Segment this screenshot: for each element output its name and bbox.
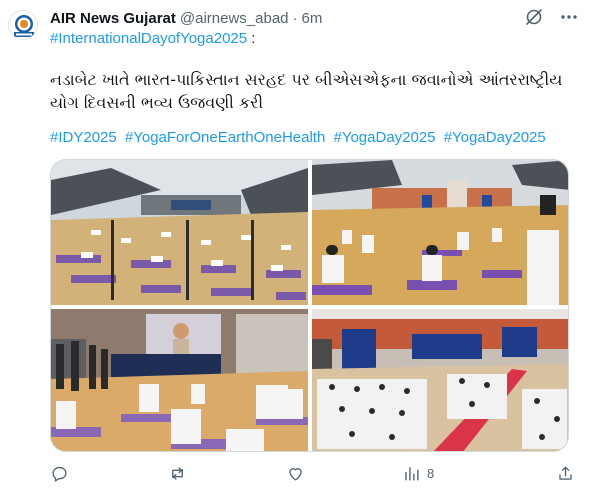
like-button[interactable] xyxy=(286,462,305,484)
views-count: 8 xyxy=(427,465,435,481)
air-logo-icon xyxy=(14,15,34,37)
hashtag-international-day-of-yoga[interactable]: #InternationalDayofYoga2025 xyxy=(50,30,247,47)
post-body-text: નડાબેટ ખાતે ભારત-પાકિસ્તાન સરહદ પર બીએસએ… xyxy=(50,70,563,112)
author-name[interactable]: AIR News Gujarat xyxy=(50,10,176,27)
separator-dot: · xyxy=(292,9,298,27)
views-bar-icon xyxy=(405,466,419,481)
more-options-icon[interactable] xyxy=(559,7,579,27)
action-bar: 8 xyxy=(50,462,575,486)
grok-icon[interactable] xyxy=(524,7,544,27)
reply-icon xyxy=(52,466,67,482)
avatar[interactable] xyxy=(8,10,38,40)
media-grid xyxy=(50,159,569,452)
colon: : xyxy=(251,30,256,47)
photo-stadium-overview[interactable] xyxy=(51,160,308,305)
photo-meditation-screen[interactable] xyxy=(51,309,308,451)
heart-icon xyxy=(289,467,302,481)
hashtag-line: #IDY2025 #YogaForOneEarthOneHealth #Yoga… xyxy=(50,129,550,146)
top-hashtag-line: #InternationalDayofYoga2025 : xyxy=(50,30,255,47)
post-header: AIR News Gujarat @airnews_abad · 6m xyxy=(50,8,322,28)
share-button[interactable] xyxy=(556,462,575,484)
share-icon xyxy=(559,465,572,480)
photo-border-gate-yoga[interactable] xyxy=(312,160,568,305)
hashtag-link[interactable]: #YogaForOneEarthOneHealth xyxy=(125,129,325,146)
repost-icon xyxy=(172,466,183,480)
hashtag-link[interactable]: #YogaDay2025 xyxy=(444,129,546,146)
reply-button[interactable] xyxy=(50,462,69,484)
post-time[interactable]: 6m xyxy=(302,10,323,27)
repost-button[interactable] xyxy=(168,462,187,484)
author-handle[interactable]: @airnews_abad xyxy=(180,10,289,27)
hashtag-link[interactable]: #IDY2025 xyxy=(50,129,117,146)
hashtag-link[interactable]: #YogaDay2025 xyxy=(333,129,435,146)
photo-crowd-yoga-banners[interactable] xyxy=(312,309,568,451)
views-button[interactable]: 8 xyxy=(402,462,434,484)
